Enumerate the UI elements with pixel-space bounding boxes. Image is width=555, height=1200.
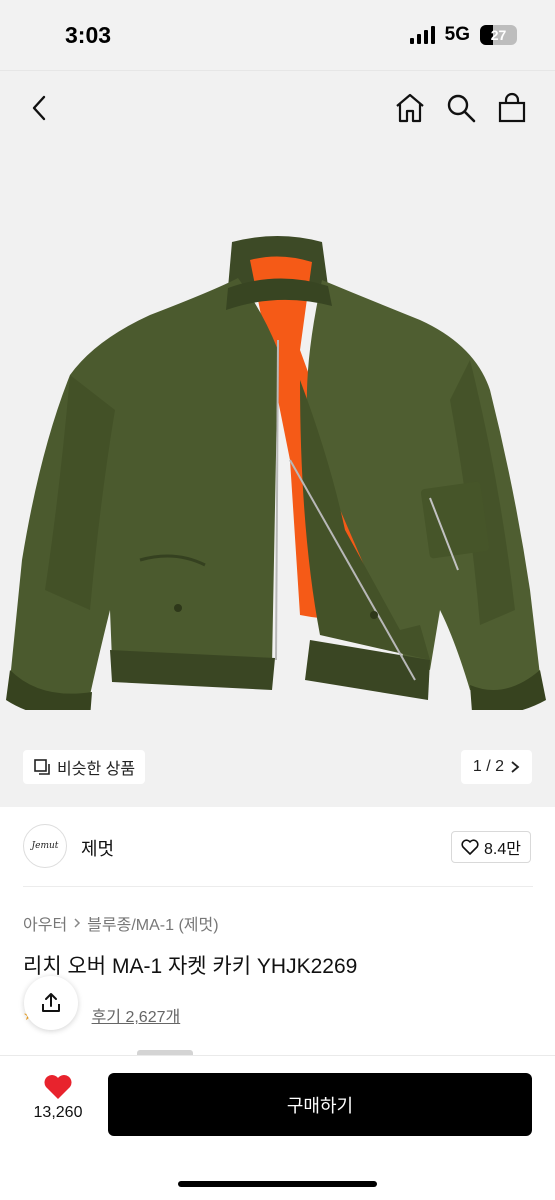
- brand-row[interactable]: Jemut 제멋 8.4만: [0, 807, 555, 887]
- battery-icon: 27: [480, 25, 517, 45]
- heart-outline-icon: [461, 839, 479, 855]
- wishlist-button[interactable]: 13,260: [24, 1074, 92, 1122]
- cart-button[interactable]: [492, 88, 532, 128]
- image-pager[interactable]: 1 / 2: [460, 750, 532, 784]
- bottom-action-bar: 13,260 구매하기: [0, 1055, 555, 1200]
- brand-logo[interactable]: Jemut: [23, 824, 67, 868]
- header-divider: [0, 70, 555, 71]
- search-icon: [447, 94, 476, 123]
- brand-name[interactable]: 제멋: [81, 835, 114, 861]
- section-divider: [23, 886, 533, 887]
- brand-like-button[interactable]: 8.4만: [451, 831, 531, 863]
- product-photo-jacket: [6, 236, 546, 710]
- page-indicator: 1 / 2: [472, 758, 504, 775]
- brand-like-count: 8.4만: [484, 841, 521, 858]
- back-button[interactable]: [20, 88, 60, 128]
- wishlist-count: 13,260: [33, 1104, 83, 1121]
- product-title: 리치 오버 MA-1 자켓 카키 YHJK2269: [23, 955, 358, 978]
- network-type: 5G: [444, 24, 470, 45]
- buy-button[interactable]: 구매하기: [108, 1073, 532, 1136]
- review-link[interactable]: 후기 2,627개: [92, 1003, 181, 1027]
- chevron-right-icon: [511, 761, 520, 773]
- breadcrumb: 아우터 블루종/MA-1 (제멋): [23, 911, 219, 935]
- status-bar: 3:03 5G 27: [0, 0, 555, 70]
- similar-products-label: 비슷한 상품: [57, 761, 136, 778]
- breadcrumb-item[interactable]: 아우터: [23, 911, 67, 935]
- copy-icon: [34, 759, 50, 775]
- share-button[interactable]: [24, 976, 78, 1030]
- heart-filled-icon: [44, 1075, 72, 1099]
- shopping-bag-icon: [498, 92, 526, 123]
- battery-level: 27: [490, 27, 507, 43]
- home-icon: [396, 93, 424, 123]
- share-icon: [42, 993, 60, 1012]
- similar-products-button[interactable]: 비슷한 상품: [23, 750, 146, 784]
- status-time: 3:03: [65, 22, 112, 48]
- status-indicators: 5G 27: [409, 24, 517, 46]
- product-image-gallery[interactable]: 비슷한 상품 1 / 2: [0, 70, 555, 807]
- brand-logo-text: Jemut: [31, 841, 59, 851]
- home-indicator: [178, 1181, 377, 1187]
- breadcrumb-item[interactable]: 블루종/MA-1 (제멋): [87, 911, 218, 935]
- signal-icon: [409, 26, 435, 44]
- back-arrow-icon: [32, 95, 46, 121]
- chevron-right-icon: [74, 918, 81, 928]
- search-button[interactable]: [441, 88, 481, 128]
- home-button[interactable]: [390, 88, 430, 128]
